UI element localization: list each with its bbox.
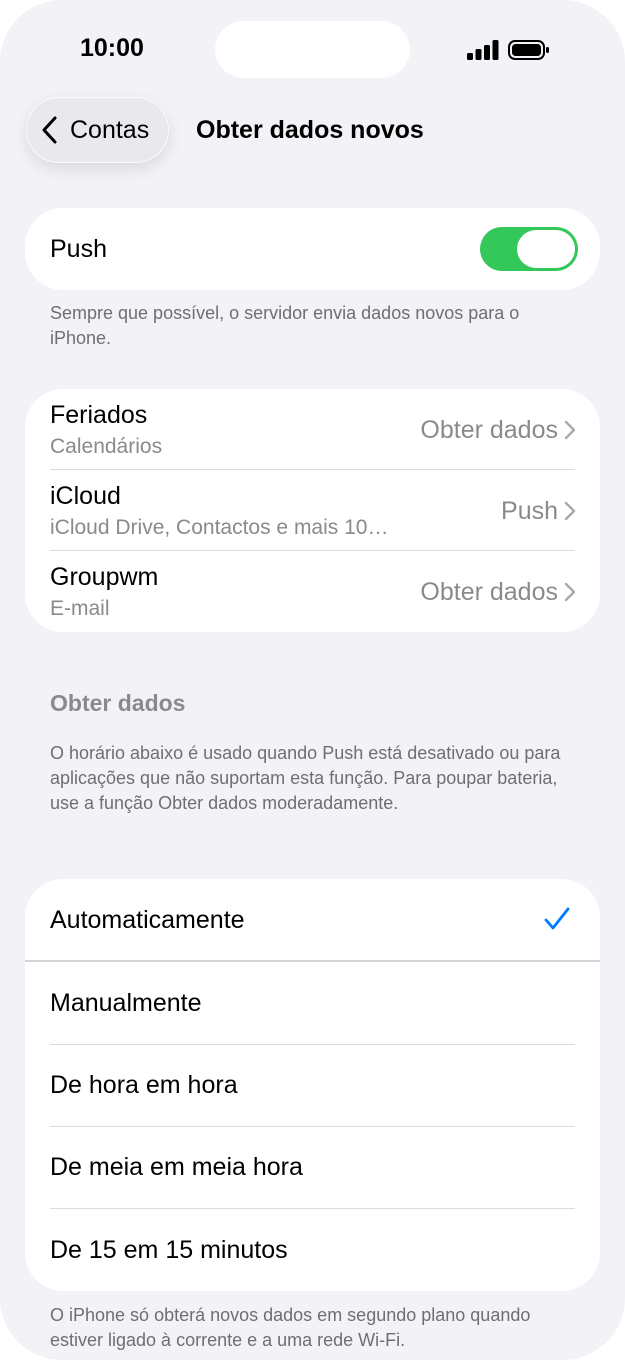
push-footnote: Sempre que possível, o servidor envia da… <box>50 303 520 348</box>
accounts-list: Feriados Calendários Obter dados iCloud … <box>25 389 600 632</box>
option-half-hourly[interactable]: De meia em meia hora <box>25 1126 600 1208</box>
account-subtitle: E-mail <box>50 597 110 620</box>
option-label: De hora em hora <box>50 1071 238 1099</box>
page-title: Obter dados novos <box>196 116 424 144</box>
chevron-right-icon <box>564 420 576 440</box>
cellular-signal-icon <box>467 40 499 60</box>
phone-screen: 10:00 Contas Obter dados novos Push Semp… <box>0 0 625 1360</box>
back-button[interactable]: Contas <box>26 97 169 163</box>
option-hourly[interactable]: De hora em hora <box>25 1044 600 1126</box>
account-fetch-mode: Obter dados <box>420 416 558 444</box>
account-row-icloud[interactable]: iCloud iCloud Drive, Contactos e mais 10… <box>25 470 600 551</box>
checkmark-icon <box>544 907 570 930</box>
fetch-schedule-list: Automaticamente Manualmente De hora em h… <box>25 879 600 1291</box>
fetch-section-header: Obter dados <box>50 690 186 716</box>
option-manualmente[interactable]: Manualmente <box>25 962 600 1044</box>
account-subtitle: Calendários <box>50 435 163 458</box>
account-title: iCloud <box>50 482 121 510</box>
push-label: Push <box>50 235 107 263</box>
fetch-footnote: O iPhone só obterá novos dados em segund… <box>50 1305 531 1350</box>
chevron-right-icon <box>564 582 576 602</box>
chevron-right-icon <box>564 501 576 521</box>
toggle-knob <box>517 230 575 268</box>
option-15-minutes[interactable]: De 15 em 15 minutos <box>25 1209 600 1291</box>
push-toggle[interactable] <box>480 227 578 271</box>
status-time: 10:00 <box>80 34 144 62</box>
account-fetch-mode: Push <box>501 497 558 525</box>
back-button-label: Contas <box>70 115 150 144</box>
fetch-description: O horário abaixo é usado quando Push est… <box>50 743 561 813</box>
option-label: Manualmente <box>50 989 202 1017</box>
chevron-left-icon <box>42 116 57 144</box>
option-label: De 15 em 15 minutos <box>50 1236 288 1264</box>
dynamic-island <box>215 21 410 78</box>
account-subtitle: iCloud Drive, Contactos e mais 10… <box>50 516 389 539</box>
account-title: Groupwm <box>50 563 159 591</box>
option-label: De meia em meia hora <box>50 1153 303 1181</box>
account-row-feriados[interactable]: Feriados Calendários Obter dados <box>25 389 600 470</box>
option-label: Automaticamente <box>50 906 245 934</box>
account-title: Feriados <box>50 401 148 429</box>
option-automaticamente[interactable]: Automaticamente <box>25 879 600 961</box>
account-fetch-mode: Obter dados <box>420 578 558 606</box>
battery-icon <box>508 40 549 60</box>
account-row-groupwm[interactable]: Groupwm E-mail Obter dados <box>25 551 600 632</box>
